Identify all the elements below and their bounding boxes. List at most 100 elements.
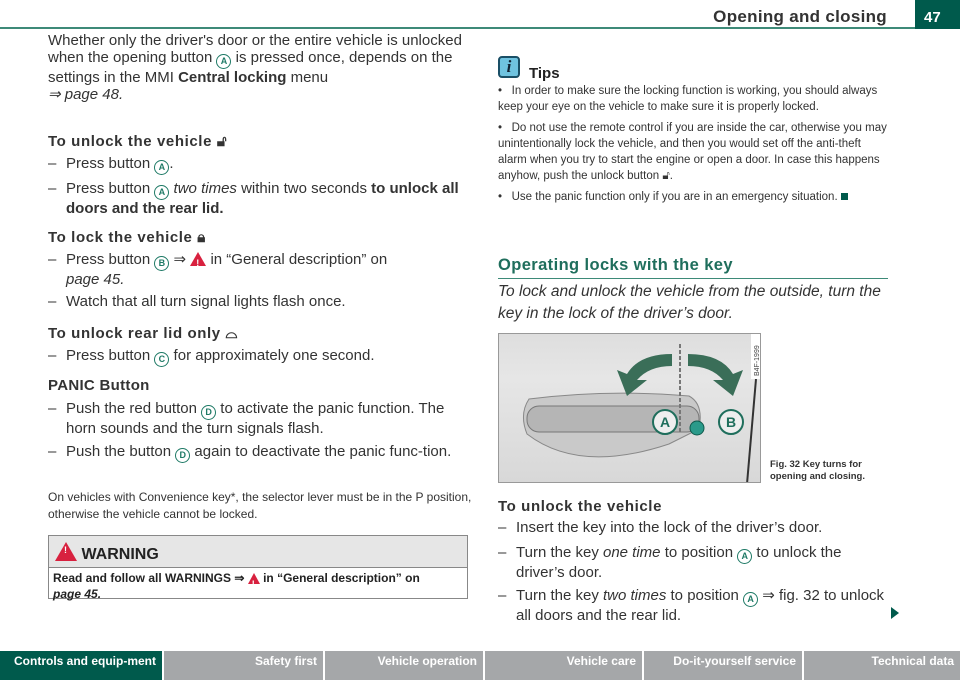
tip-item: • In order to make sure the locking func…	[498, 85, 878, 113]
arrow-left-icon	[617, 354, 672, 396]
page-link[interactable]: ⇒ page 48.	[48, 86, 123, 103]
lock-cylinder	[689, 420, 705, 436]
text: Read and follow all WARNINGS ⇒	[53, 571, 248, 585]
footer-nav: Controls and equip-ment Safety first Veh…	[0, 651, 960, 680]
text: two times	[602, 587, 667, 604]
list-item: Press button A two times within two seco…	[48, 180, 473, 218]
tips-title: Tips	[529, 65, 560, 82]
text: again to deactivate the panic func-tion.	[190, 443, 452, 460]
list-item: Press button C for approximately one sec…	[48, 347, 473, 367]
unlock-heading: To unlock the vehicle 🔓︎	[48, 133, 227, 150]
button-d-symbol: D	[201, 405, 217, 420]
tab-technical-data[interactable]: Technical data	[804, 651, 960, 680]
door-handle-illustration: A B B4F-1999	[523, 334, 761, 482]
page-title: Opening and closing	[713, 7, 887, 26]
end-mark-icon	[840, 193, 848, 200]
info-icon: i	[498, 56, 520, 78]
figure-door-handle: A B B4F-1999	[498, 333, 761, 483]
text: Turn the key	[516, 544, 603, 561]
tab-vehicle-operation[interactable]: Vehicle operation	[325, 651, 483, 680]
text: Central locking	[178, 69, 287, 86]
text: Do not use the remote control if you are…	[498, 122, 887, 182]
warning-icon	[190, 252, 207, 273]
text: Turn the key	[516, 587, 603, 604]
button-d-symbol: D	[175, 448, 191, 463]
figure-code: B4F-1999	[754, 345, 761, 376]
warning-box: WARNING Read and follow all WARNINGS ⇒ i…	[48, 535, 468, 601]
list-item: Push the red button D to activate the pa…	[48, 400, 473, 438]
text: menu	[286, 69, 329, 86]
tip-item: • Do not use the remote control if you a…	[498, 122, 887, 182]
text: Press button	[66, 251, 155, 268]
note-paragraph: On vehicles with Convenience key*, the s…	[48, 490, 472, 521]
text: one time	[602, 544, 661, 561]
position-a-symbol: A	[737, 549, 753, 564]
warning-header: WARNING	[49, 536, 467, 568]
warning-text: Read and follow all WARNINGS ⇒ in “Gener…	[49, 568, 467, 604]
figure-caption: Fig. 32 Key turns for opening and closin…	[770, 459, 865, 482]
page-link[interactable]: page 45.	[53, 587, 101, 601]
button-a-symbol: A	[216, 54, 232, 69]
door-edge	[746, 378, 757, 482]
tab-safety-first[interactable]: Safety first	[164, 651, 323, 680]
lock-heading: To lock the vehicle 🔒︎	[48, 229, 206, 246]
list-item: Watch that all turn signal lights flash …	[48, 293, 473, 311]
list-item: Push the button D again to deactivate th…	[48, 443, 473, 463]
warning-title: WARNING	[81, 546, 159, 563]
text: To lock the vehicle	[48, 229, 193, 246]
button-a-symbol: A	[154, 160, 170, 175]
unlock-icon: 🔓︎	[662, 170, 670, 182]
list-item: Press button A.	[48, 155, 473, 175]
text: for approximately one second.	[169, 347, 375, 364]
position-a-label: A	[660, 414, 670, 430]
warning-icon	[247, 573, 260, 592]
text: .	[169, 155, 174, 172]
warning-icon	[55, 542, 77, 561]
text: Use the panic function only if you are i…	[511, 191, 838, 203]
text: in “General description” on	[206, 251, 388, 268]
text: two times	[169, 180, 237, 197]
tab-vehicle-care[interactable]: Vehicle care	[485, 651, 642, 680]
intro-paragraph: Whether only the driver's door or the en…	[48, 32, 473, 103]
text: In order to make sure the locking functi…	[498, 85, 878, 113]
key-unlock-heading: To unlock the vehicle	[498, 498, 663, 515]
text: Watch that all turn signal lights flash …	[66, 293, 346, 310]
header-rule	[0, 27, 915, 29]
continue-arrow-icon	[891, 607, 899, 619]
button-b-symbol: B	[154, 256, 170, 271]
page-link[interactable]: page 45.	[66, 271, 124, 288]
button-a-symbol: A	[154, 185, 170, 200]
section-heading: Operating locks with the key	[498, 256, 888, 279]
list-item: Turn the key one time to position A to u…	[498, 544, 893, 582]
tip-item: • Use the panic function only if you are…	[498, 189, 890, 205]
text: within two seconds	[236, 180, 372, 197]
text: in “General description” on	[259, 571, 420, 585]
list-item: Turn the key two times to position A ⇒ f…	[498, 587, 893, 625]
text: Press button	[66, 155, 155, 172]
text: To unlock the vehicle	[48, 133, 213, 150]
text: Insert the key into the lock of the driv…	[516, 519, 823, 536]
text: Push the button	[66, 443, 176, 460]
text: to position	[660, 544, 738, 561]
text: Press button	[66, 347, 155, 364]
button-c-symbol: C	[154, 352, 170, 367]
tips-list: • In order to make sure the locking func…	[498, 83, 890, 205]
position-a-symbol: A	[743, 592, 759, 607]
list-item: Press button B ⇒ in “General description…	[48, 251, 443, 289]
tab-controls-and-equipment[interactable]: Controls and equip-ment	[0, 651, 162, 680]
page-number: 47	[915, 0, 960, 29]
text: to position	[666, 587, 744, 604]
text: ⇒	[169, 251, 191, 268]
list-item: Insert the key into the lock of the driv…	[498, 519, 893, 537]
rearlid-heading: To unlock rear lid only ⌓	[48, 325, 238, 342]
car-rear-icon: ⌓	[225, 325, 238, 342]
position-b-label: B	[726, 414, 736, 430]
text: To unlock rear lid only	[48, 325, 221, 342]
tab-do-it-yourself-service[interactable]: Do-it-yourself service	[644, 651, 802, 680]
lead-paragraph: To lock and unlock the vehicle from the …	[498, 283, 881, 322]
text: Press button	[66, 180, 155, 197]
panic-heading: PANIC Button	[48, 377, 150, 394]
text: Push the red button	[66, 400, 202, 417]
lock-icon: 🔒︎	[197, 229, 206, 246]
arrow-right-icon	[688, 354, 743, 396]
